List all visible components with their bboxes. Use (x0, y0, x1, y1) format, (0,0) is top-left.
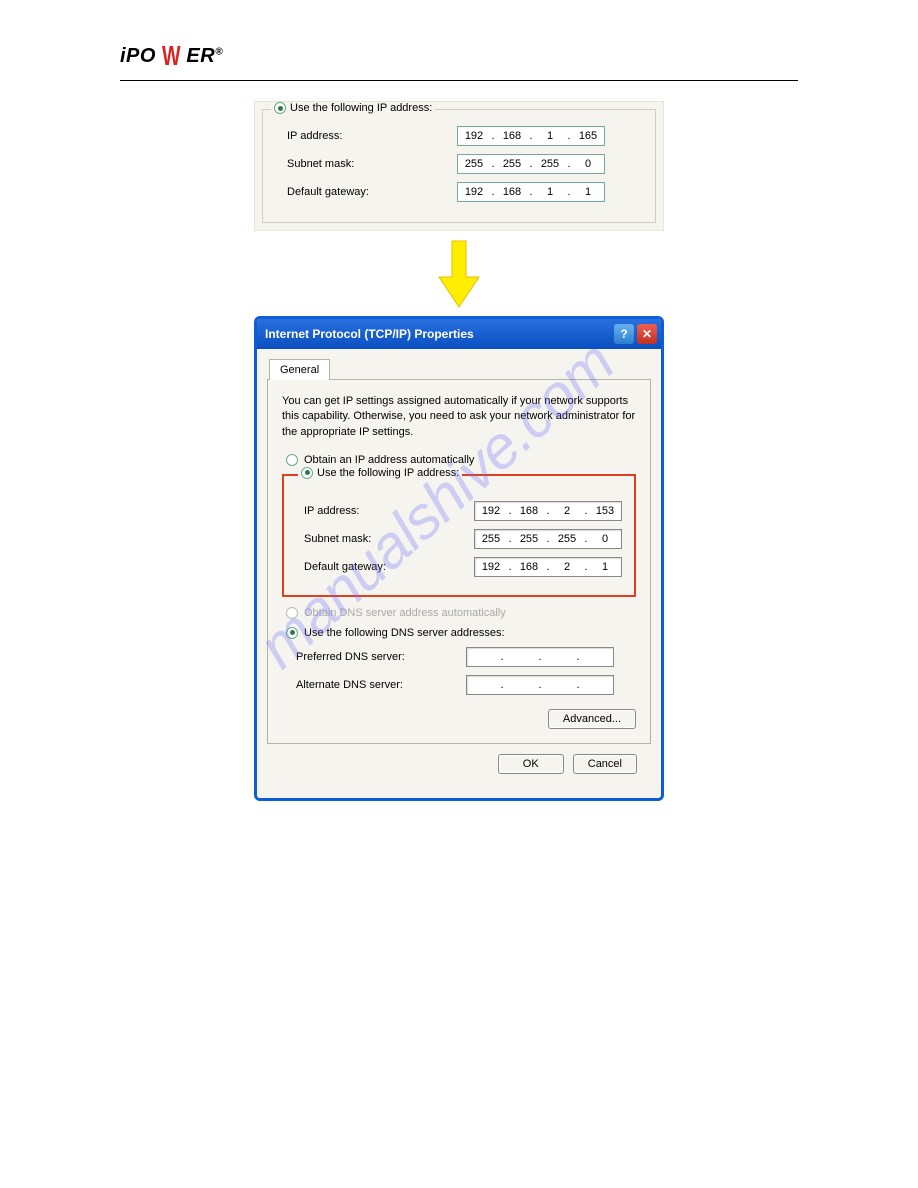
lightning-icon: W (162, 40, 181, 72)
alt-dns-input[interactable]: ... (466, 675, 614, 695)
dlg-ip-row: IP address: 192.168.2.153 (304, 501, 628, 521)
radio-manual-dns-label: Use the following DNS server addresses: (304, 627, 505, 639)
tab-panel: You can get IP settings assigned automat… (267, 379, 651, 744)
help-button[interactable]: ? (614, 324, 634, 344)
pref-dns-input[interactable]: ... (466, 647, 614, 667)
ip-input[interactable]: 192.168.1.165 (457, 126, 605, 146)
subnet-row: Subnet mask: 255.255.255.0 (287, 154, 645, 174)
top-ip-group: Use the following IP address: IP address… (262, 109, 656, 223)
description: You can get IP settings assigned automat… (282, 394, 636, 440)
arrow-down-icon (120, 239, 798, 312)
ok-button[interactable]: OK (498, 754, 564, 774)
dlg-subnet-label: Subnet mask: (304, 533, 474, 545)
advanced-button[interactable]: Advanced... (548, 709, 636, 729)
dialog-body: General You can get IP settings assigned… (257, 349, 661, 798)
dialog-buttons: OK Cancel (267, 744, 651, 784)
dlg-gateway-label: Default gateway: (304, 561, 474, 573)
advanced-row: Advanced... (282, 709, 636, 729)
pref-dns-label: Preferred DNS server: (296, 651, 466, 663)
divider (120, 80, 798, 81)
alt-dns-row: Alternate DNS server: ... (296, 675, 636, 695)
radio-on-icon (274, 102, 286, 114)
radio-manual-ip-label: Use the following IP address: (317, 467, 459, 479)
dlg-subnet-row: Subnet mask: 255.255.255.0 (304, 529, 628, 549)
top-ip-panel: Use the following IP address: IP address… (254, 101, 664, 231)
radio-auto-ip[interactable]: Obtain an IP address automatically (286, 454, 636, 466)
radio-manual-dns[interactable]: Use the following DNS server addresses: (286, 627, 636, 639)
gateway-label: Default gateway: (287, 186, 457, 198)
dialog-title: Internet Protocol (TCP/IP) Properties (265, 327, 474, 341)
radio-auto-dns-label: Obtain DNS server address automatically (304, 607, 506, 619)
cancel-button[interactable]: Cancel (573, 754, 637, 774)
gateway-input[interactable]: 192.168.1.1 (457, 182, 605, 202)
radio-auto-ip-label: Obtain an IP address automatically (304, 454, 474, 466)
radio-off-icon (286, 454, 298, 466)
dlg-subnet-input[interactable]: 255.255.255.0 (474, 529, 622, 549)
logo: iPO W ER® (120, 40, 798, 72)
highlight-box: Use the following IP address: IP address… (282, 474, 636, 597)
dlg-gateway-row: Default gateway: 192.168.2.1 (304, 557, 628, 577)
radio-auto-dns: Obtain DNS server address automatically (286, 607, 636, 619)
title-buttons: ? ✕ (614, 324, 657, 344)
dlg-ip-label: IP address: (304, 505, 474, 517)
radio-on-icon (301, 467, 313, 479)
dlg-ip-input[interactable]: 192.168.2.153 (474, 501, 622, 521)
radio-disabled-icon (286, 607, 298, 619)
radio-manual-ip[interactable]: Use the following IP address: (298, 467, 462, 479)
top-legend: Use the following IP address: (271, 102, 435, 114)
logo-text-left: iPO (120, 45, 156, 68)
tab-general[interactable]: General (269, 359, 330, 380)
alt-dns-label: Alternate DNS server: (296, 679, 466, 691)
ip-label: IP address: (287, 130, 457, 142)
logo-text-right: ER® (186, 45, 223, 68)
close-button[interactable]: ✕ (637, 324, 657, 344)
dlg-gateway-input[interactable]: 192.168.2.1 (474, 557, 622, 577)
top-rows: IP address: 192.168.1.165 Subnet mask: 2… (273, 126, 645, 202)
tcpip-dialog: Internet Protocol (TCP/IP) Properties ? … (254, 316, 664, 801)
radio-on-icon (286, 627, 298, 639)
gateway-row: Default gateway: 192.168.1.1 (287, 182, 645, 202)
subnet-input[interactable]: 255.255.255.0 (457, 154, 605, 174)
subnet-label: Subnet mask: (287, 158, 457, 170)
pref-dns-row: Preferred DNS server: ... (296, 647, 636, 667)
titlebar: Internet Protocol (TCP/IP) Properties ? … (257, 319, 661, 349)
ip-row: IP address: 192.168.1.165 (287, 126, 645, 146)
top-legend-text: Use the following IP address: (290, 102, 432, 114)
